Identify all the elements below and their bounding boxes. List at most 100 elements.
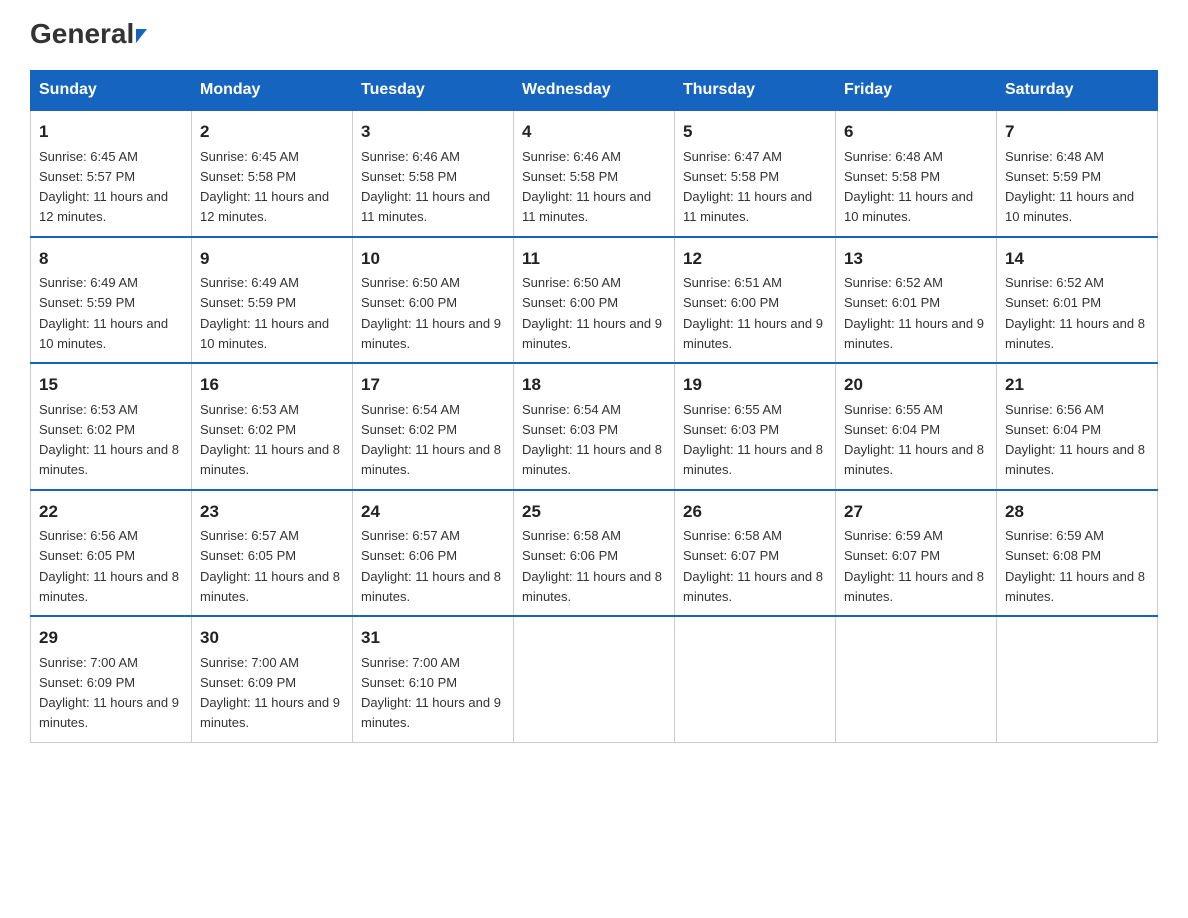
day-cell: 12 Sunrise: 6:51 AMSunset: 6:00 PMDayligh… xyxy=(675,237,836,364)
header-row: SundayMondayTuesdayWednesdayThursdayFrid… xyxy=(31,71,1158,111)
day-number: 18 xyxy=(522,372,666,398)
day-cell xyxy=(836,616,997,742)
day-cell: 14Sunrise: 6:52 AMSunset: 6:01 PMDayligh… xyxy=(997,237,1158,364)
day-info: Sunrise: 6:47 AMSunset: 5:58 PMDaylight:… xyxy=(683,149,812,225)
header-cell-sunday: Sunday xyxy=(31,71,192,111)
day-info: Sunrise: 6:49 AMSunset: 5:59 PMDaylight:… xyxy=(200,275,329,351)
day-cell: 23 Sunrise: 6:57 AMSunset: 6:05 PMDayligh… xyxy=(192,490,353,617)
week-row-2: 8 Sunrise: 6:49 AMSunset: 5:59 PMDaylight… xyxy=(31,237,1158,364)
day-cell: 10 Sunrise: 6:50 AMSunset: 6:00 PMDayligh… xyxy=(353,237,514,364)
day-number: 31 xyxy=(361,625,505,651)
day-number: 23 xyxy=(200,499,344,525)
day-cell: 15 Sunrise: 6:53 AMSunset: 6:02 PMDayligh… xyxy=(31,363,192,490)
day-number: 13 xyxy=(844,246,988,272)
day-info: Sunrise: 6:52 AMSunset: 6:01 PMDaylight:… xyxy=(844,275,984,351)
day-number: 25 xyxy=(522,499,666,525)
calendar-body: 1 Sunrise: 6:45 AMSunset: 5:57 PMDaylight… xyxy=(31,110,1158,742)
day-number: 27 xyxy=(844,499,988,525)
day-info: Sunrise: 6:49 AMSunset: 5:59 PMDaylight:… xyxy=(39,275,168,351)
day-info: Sunrise: 6:48 AMSunset: 5:58 PMDaylight:… xyxy=(844,149,973,225)
calendar-table: SundayMondayTuesdayWednesdayThursdayFrid… xyxy=(30,70,1158,743)
day-info: Sunrise: 6:53 AMSunset: 6:02 PMDaylight:… xyxy=(39,402,179,478)
day-number: 20 xyxy=(844,372,988,398)
day-number: 22 xyxy=(39,499,183,525)
day-info: Sunrise: 6:56 AMSunset: 6:04 PMDaylight:… xyxy=(1005,402,1145,478)
week-row-5: 29Sunrise: 7:00 AMSunset: 6:09 PMDayligh… xyxy=(31,616,1158,742)
day-number: 8 xyxy=(39,246,183,272)
week-row-1: 1 Sunrise: 6:45 AMSunset: 5:57 PMDaylight… xyxy=(31,110,1158,237)
day-cell: 22Sunrise: 6:56 AMSunset: 6:05 PMDayligh… xyxy=(31,490,192,617)
day-cell: 19 Sunrise: 6:55 AMSunset: 6:03 PMDayligh… xyxy=(675,363,836,490)
header-cell-tuesday: Tuesday xyxy=(353,71,514,111)
day-cell: 9 Sunrise: 6:49 AMSunset: 5:59 PMDaylight… xyxy=(192,237,353,364)
day-info: Sunrise: 7:00 AMSunset: 6:09 PMDaylight:… xyxy=(200,655,340,731)
day-cell: 6 Sunrise: 6:48 AMSunset: 5:58 PMDaylight… xyxy=(836,110,997,237)
day-info: Sunrise: 6:51 AMSunset: 6:00 PMDaylight:… xyxy=(683,275,823,351)
day-cell: 30Sunrise: 7:00 AMSunset: 6:09 PMDayligh… xyxy=(192,616,353,742)
day-number: 1 xyxy=(39,119,183,145)
day-info: Sunrise: 6:59 AMSunset: 6:07 PMDaylight:… xyxy=(844,528,984,604)
day-info: Sunrise: 6:54 AMSunset: 6:03 PMDaylight:… xyxy=(522,402,662,478)
day-cell: 21 Sunrise: 6:56 AMSunset: 6:04 PMDayligh… xyxy=(997,363,1158,490)
day-number: 12 xyxy=(683,246,827,272)
day-info: Sunrise: 6:48 AMSunset: 5:59 PMDaylight:… xyxy=(1005,149,1134,225)
day-cell: 4 Sunrise: 6:46 AMSunset: 5:58 PMDaylight… xyxy=(514,110,675,237)
day-info: Sunrise: 6:58 AMSunset: 6:07 PMDaylight:… xyxy=(683,528,823,604)
day-cell: 13 Sunrise: 6:52 AMSunset: 6:01 PMDayligh… xyxy=(836,237,997,364)
day-number: 21 xyxy=(1005,372,1149,398)
day-cell: 8 Sunrise: 6:49 AMSunset: 5:59 PMDaylight… xyxy=(31,237,192,364)
day-info: Sunrise: 6:57 AMSunset: 6:05 PMDaylight:… xyxy=(200,528,340,604)
day-number: 6 xyxy=(844,119,988,145)
logo-text: General xyxy=(30,20,147,48)
day-number: 15 xyxy=(39,372,183,398)
day-number: 19 xyxy=(683,372,827,398)
day-cell: 20 Sunrise: 6:55 AMSunset: 6:04 PMDayligh… xyxy=(836,363,997,490)
week-row-4: 22Sunrise: 6:56 AMSunset: 6:05 PMDayligh… xyxy=(31,490,1158,617)
day-cell: 2 Sunrise: 6:45 AMSunset: 5:58 PMDaylight… xyxy=(192,110,353,237)
day-info: Sunrise: 6:55 AMSunset: 6:03 PMDaylight:… xyxy=(683,402,823,478)
calendar-header: SundayMondayTuesdayWednesdayThursdayFrid… xyxy=(31,71,1158,111)
day-cell: 11 Sunrise: 6:50 AMSunset: 6:00 PMDayligh… xyxy=(514,237,675,364)
day-cell: 16 Sunrise: 6:53 AMSunset: 6:02 PMDayligh… xyxy=(192,363,353,490)
day-info: Sunrise: 6:53 AMSunset: 6:02 PMDaylight:… xyxy=(200,402,340,478)
day-number: 9 xyxy=(200,246,344,272)
day-number: 11 xyxy=(522,246,666,272)
day-info: Sunrise: 6:45 AMSunset: 5:57 PMDaylight:… xyxy=(39,149,168,225)
day-number: 2 xyxy=(200,119,344,145)
day-cell: 1 Sunrise: 6:45 AMSunset: 5:57 PMDaylight… xyxy=(31,110,192,237)
day-info: Sunrise: 6:45 AMSunset: 5:58 PMDaylight:… xyxy=(200,149,329,225)
day-cell xyxy=(675,616,836,742)
day-cell xyxy=(997,616,1158,742)
day-info: Sunrise: 6:57 AMSunset: 6:06 PMDaylight:… xyxy=(361,528,501,604)
day-info: Sunrise: 6:50 AMSunset: 6:00 PMDaylight:… xyxy=(361,275,501,351)
day-cell: 5Sunrise: 6:47 AMSunset: 5:58 PMDaylight… xyxy=(675,110,836,237)
day-cell: 17Sunrise: 6:54 AMSunset: 6:02 PMDayligh… xyxy=(353,363,514,490)
header-cell-friday: Friday xyxy=(836,71,997,111)
day-number: 3 xyxy=(361,119,505,145)
day-info: Sunrise: 6:52 AMSunset: 6:01 PMDaylight:… xyxy=(1005,275,1145,351)
day-number: 16 xyxy=(200,372,344,398)
day-info: Sunrise: 6:50 AMSunset: 6:00 PMDaylight:… xyxy=(522,275,662,351)
page-header: General xyxy=(30,20,1158,50)
day-cell: 28Sunrise: 6:59 AMSunset: 6:08 PMDayligh… xyxy=(997,490,1158,617)
day-cell: 24 Sunrise: 6:57 AMSunset: 6:06 PMDayligh… xyxy=(353,490,514,617)
logo: General xyxy=(30,20,147,50)
day-number: 10 xyxy=(361,246,505,272)
day-info: Sunrise: 6:55 AMSunset: 6:04 PMDaylight:… xyxy=(844,402,984,478)
day-number: 17 xyxy=(361,372,505,398)
day-info: Sunrise: 6:59 AMSunset: 6:08 PMDaylight:… xyxy=(1005,528,1145,604)
day-cell: 7 Sunrise: 6:48 AMSunset: 5:59 PMDaylight… xyxy=(997,110,1158,237)
day-info: Sunrise: 7:00 AMSunset: 6:10 PMDaylight:… xyxy=(361,655,501,731)
day-cell: 26 Sunrise: 6:58 AMSunset: 6:07 PMDayligh… xyxy=(675,490,836,617)
header-cell-saturday: Saturday xyxy=(997,71,1158,111)
day-number: 24 xyxy=(361,499,505,525)
day-cell: 25 Sunrise: 6:58 AMSunset: 6:06 PMDayligh… xyxy=(514,490,675,617)
day-number: 26 xyxy=(683,499,827,525)
day-cell: 18 Sunrise: 6:54 AMSunset: 6:03 PMDayligh… xyxy=(514,363,675,490)
day-number: 7 xyxy=(1005,119,1149,145)
week-row-3: 15 Sunrise: 6:53 AMSunset: 6:02 PMDayligh… xyxy=(31,363,1158,490)
day-info: Sunrise: 6:58 AMSunset: 6:06 PMDaylight:… xyxy=(522,528,662,604)
day-number: 4 xyxy=(522,119,666,145)
day-info: Sunrise: 6:46 AMSunset: 5:58 PMDaylight:… xyxy=(522,149,651,225)
header-cell-thursday: Thursday xyxy=(675,71,836,111)
